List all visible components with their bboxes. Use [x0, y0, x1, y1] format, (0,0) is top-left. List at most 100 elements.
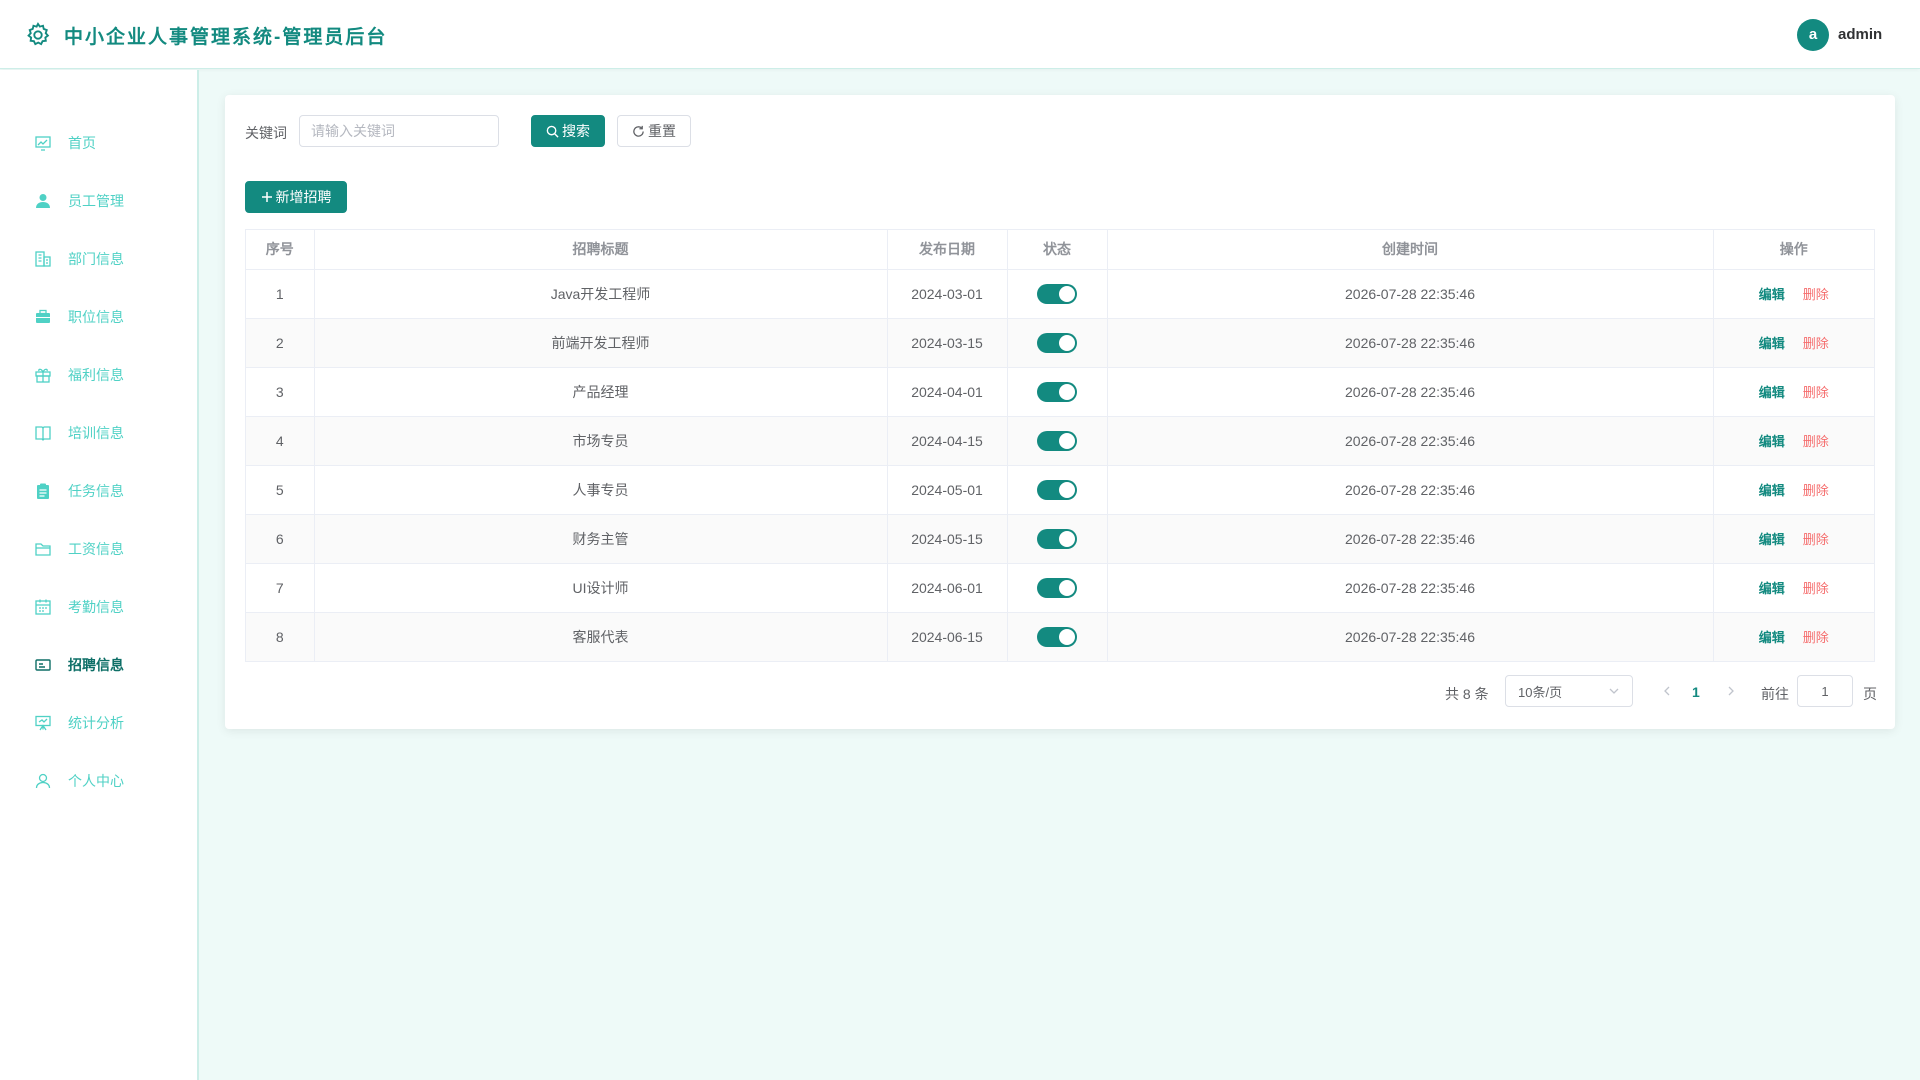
sidebar-item-label: 首页 — [68, 135, 96, 151]
sidebar-item-benefits[interactable]: 福利信息 — [0, 346, 197, 404]
column-header-title[interactable]: 招聘标题 — [314, 230, 888, 270]
delete-button[interactable]: 删除 — [1803, 385, 1829, 400]
status-toggle[interactable] — [1037, 381, 1077, 402]
edit-button[interactable]: 编辑 — [1759, 483, 1785, 498]
cell-actions: 编辑 删除 — [1713, 269, 1874, 319]
table-row: 8 客服代表 2024-06-15 2026-07-28 22:35:46 编辑… — [246, 612, 1874, 661]
cell-actions: 编辑 删除 — [1713, 465, 1874, 515]
sidebar-item-departments[interactable]: 部门信息 — [0, 230, 197, 288]
delete-button[interactable]: 删除 — [1803, 581, 1829, 596]
page-size-value: 10条/页 — [1518, 684, 1563, 700]
delete-button[interactable]: 删除 — [1803, 483, 1829, 498]
table-header-row: 序号 招聘标题 发布日期 状态 创建时间 操作 — [246, 230, 1874, 270]
goto-page-input[interactable] — [1797, 675, 1853, 707]
table-row: 2 前端开发工程师 2024-03-15 2026-07-28 22:35:46… — [246, 318, 1874, 368]
edit-button[interactable]: 编辑 — [1759, 287, 1785, 302]
sidebar-item-statistics[interactable]: 统计分析 — [0, 694, 197, 752]
cell-index: 6 — [246, 514, 315, 564]
user-outline-icon — [34, 772, 52, 790]
status-toggle[interactable] — [1037, 577, 1077, 598]
delete-button[interactable]: 删除 — [1803, 532, 1829, 547]
cell-status — [1007, 612, 1108, 661]
sidebar-item-label: 考勤信息 — [68, 599, 124, 615]
delete-button[interactable]: 删除 — [1803, 336, 1829, 351]
sidebar-item-tasks[interactable]: 任务信息 — [0, 462, 197, 520]
status-toggle[interactable] — [1037, 528, 1077, 549]
chevron-down-icon — [1609, 688, 1619, 694]
sidebar-item-home[interactable]: 首页 — [0, 114, 197, 172]
status-toggle[interactable] — [1037, 332, 1077, 353]
page-number-current[interactable]: 1 — [1692, 684, 1700, 700]
keyword-input[interactable] — [299, 115, 499, 147]
cell-status — [1007, 367, 1108, 417]
table-row: 3 产品经理 2024-04-01 2026-07-28 22:35:46 编辑… — [246, 367, 1874, 417]
column-header-created[interactable]: 创建时间 — [1107, 230, 1714, 270]
briefcase-icon — [34, 308, 52, 326]
cell-status — [1007, 514, 1108, 564]
add-recruitment-button[interactable]: 新增招聘 — [245, 181, 347, 213]
username[interactable]: admin — [1838, 26, 1882, 43]
reset-button[interactable]: 重置 — [617, 115, 691, 147]
sidebar-item-attendance[interactable]: 考勤信息 — [0, 578, 197, 636]
edit-button[interactable]: 编辑 — [1759, 336, 1785, 351]
column-header-status[interactable]: 状态 — [1007, 230, 1108, 270]
sidebar-item-recruitment[interactable]: 招聘信息 — [0, 636, 197, 694]
search-button[interactable]: 搜索 — [531, 115, 605, 147]
chart-line-icon — [34, 134, 52, 152]
cell-actions: 编辑 删除 — [1713, 367, 1874, 417]
cell-actions: 编辑 删除 — [1713, 416, 1874, 466]
sidebar-item-employees[interactable]: 员工管理 — [0, 172, 197, 230]
cell-title: UI设计师 — [314, 563, 888, 613]
sidebar-item-profile[interactable]: 个人中心 — [0, 752, 197, 810]
delete-button[interactable]: 删除 — [1803, 630, 1829, 645]
edit-button[interactable]: 编辑 — [1759, 581, 1785, 596]
status-toggle[interactable] — [1037, 430, 1077, 451]
sidebar-item-positions[interactable]: 职位信息 — [0, 288, 197, 346]
sidebar-item-label: 职位信息 — [68, 309, 124, 325]
delete-button[interactable]: 删除 — [1803, 287, 1829, 302]
plus-icon — [261, 192, 272, 202]
cell-created: 2026-07-28 22:35:46 — [1107, 416, 1714, 466]
table-row: 5 人事专员 2024-05-01 2026-07-28 22:35:46 编辑… — [246, 465, 1874, 515]
cell-publish-date: 2024-05-01 — [887, 465, 1008, 515]
page-size-select[interactable]: 10条/页 — [1505, 675, 1633, 707]
prev-page-button[interactable] — [1657, 678, 1677, 704]
status-toggle[interactable] — [1037, 626, 1077, 647]
cell-created: 2026-07-28 22:35:46 — [1107, 367, 1714, 417]
status-toggle[interactable] — [1037, 283, 1077, 304]
cell-title: 财务主管 — [314, 514, 888, 564]
avatar[interactable]: a — [1797, 19, 1829, 51]
cell-index: 2 — [246, 318, 315, 368]
cell-title: 产品经理 — [314, 367, 888, 417]
chevron-left-icon — [1664, 686, 1670, 696]
cell-status — [1007, 465, 1108, 515]
sidebar-item-label: 个人中心 — [68, 773, 124, 789]
building-icon — [34, 250, 52, 268]
edit-button[interactable]: 编辑 — [1759, 434, 1785, 449]
edit-button[interactable]: 编辑 — [1759, 630, 1785, 645]
sidebar-item-salary[interactable]: 工资信息 — [0, 520, 197, 578]
sidebar-item-training[interactable]: 培训信息 — [0, 404, 197, 462]
gift-icon — [34, 366, 52, 384]
sidebar-item-label: 任务信息 — [68, 483, 124, 499]
cell-index: 5 — [246, 465, 315, 515]
delete-button[interactable]: 删除 — [1803, 434, 1829, 449]
cell-publish-date: 2024-03-01 — [887, 269, 1008, 319]
cell-created: 2026-07-28 22:35:46 — [1107, 612, 1714, 661]
sidebar-item-label: 员工管理 — [68, 193, 124, 209]
cell-index: 4 — [246, 416, 315, 466]
next-page-button[interactable] — [1721, 678, 1741, 704]
gear-icon — [27, 22, 50, 46]
table-row: 7 UI设计师 2024-06-01 2026-07-28 22:35:46 编… — [246, 563, 1874, 613]
cell-created: 2026-07-28 22:35:46 — [1107, 563, 1714, 613]
column-header-publish-date[interactable]: 发布日期 — [887, 230, 1008, 270]
cell-publish-date: 2024-05-15 — [887, 514, 1008, 564]
cell-publish-date: 2024-03-15 — [887, 318, 1008, 368]
column-header-index[interactable]: 序号 — [246, 230, 315, 270]
status-toggle[interactable] — [1037, 479, 1077, 500]
reset-button-label: 重置 — [648, 123, 676, 139]
edit-button[interactable]: 编辑 — [1759, 385, 1785, 400]
page-suffix-label: 页 — [1863, 686, 1877, 702]
table-row: 4 市场专员 2024-04-15 2026-07-28 22:35:46 编辑… — [246, 416, 1874, 466]
edit-button[interactable]: 编辑 — [1759, 532, 1785, 547]
